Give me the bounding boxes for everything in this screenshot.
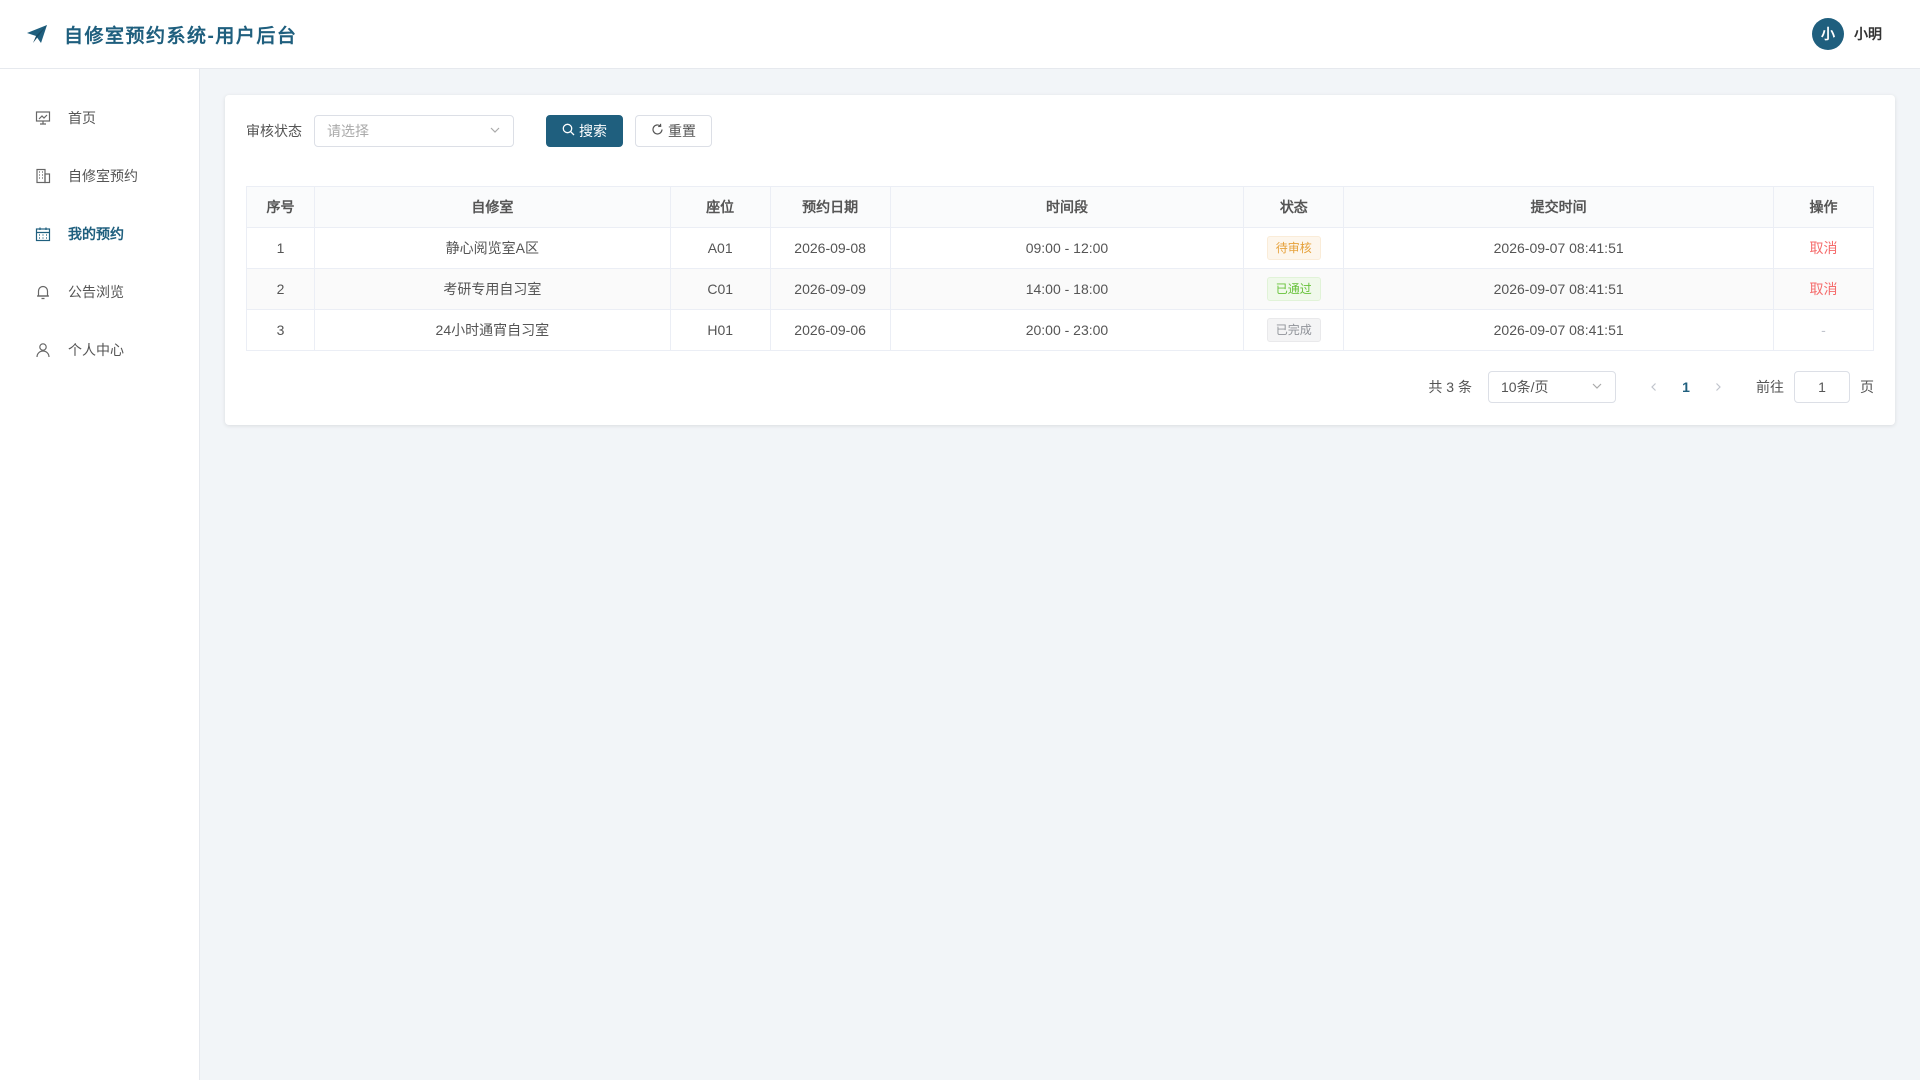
search-button-label: 搜索 [579, 123, 607, 139]
cell-index: 1 [246, 227, 315, 269]
goto-suffix: 页 [1860, 379, 1874, 395]
cell-submitted: 2026-09-07 08:41:51 [1343, 268, 1774, 310]
cell-status: 已通过 [1243, 268, 1345, 310]
cancel-link[interactable]: 取消 [1810, 281, 1838, 297]
cell-action: 取消 [1773, 268, 1874, 310]
column-header: 自修室 [313, 186, 671, 228]
status-badge: 已完成 [1266, 318, 1321, 342]
column-header: 时间段 [889, 186, 1245, 228]
reset-button[interactable]: 重置 [635, 115, 712, 147]
filter-bar: 审核状态 请选择 搜索 重置 [246, 115, 1874, 147]
column-header: 提交时间 [1343, 186, 1774, 228]
no-action: - [1821, 322, 1826, 338]
cell-action: - [1773, 309, 1874, 351]
pagination-total: 共 3 条 [1428, 379, 1472, 395]
cell-action: 取消 [1773, 227, 1874, 269]
column-header: 预约日期 [769, 186, 891, 228]
username[interactable]: 小明 [1854, 24, 1882, 44]
cell-index: 2 [246, 268, 315, 310]
sidebar-item-my-bookings[interactable]: 我的预约 [0, 205, 199, 263]
status-select[interactable]: 请选择 [314, 115, 514, 147]
cell-room: 考研专用自习室 [313, 268, 671, 310]
top-header: 自修室预约系统-用户后台 小 小明 [0, 0, 1920, 69]
cell-slot: 14:00 - 18:00 [889, 268, 1245, 310]
refresh-icon [651, 123, 664, 139]
page-size-value: 10条/页 [1501, 379, 1549, 395]
bookings-card: 审核状态 请选择 搜索 重置 序号 自修室 座位 预约日期 时间段 状态 提交时… [225, 95, 1895, 425]
cell-slot: 20:00 - 23:00 [889, 309, 1245, 351]
status-badge: 已通过 [1266, 277, 1321, 301]
search-button[interactable]: 搜索 [546, 115, 623, 147]
sidebar-item-label: 首页 [68, 110, 96, 126]
status-select-placeholder: 请选择 [327, 123, 369, 139]
avatar[interactable]: 小 [1812, 18, 1844, 50]
chevron-down-icon [489, 123, 501, 139]
cell-seat: C01 [669, 268, 771, 310]
pagination: 共 3 条 10条/页 1 前往 页 [246, 371, 1874, 403]
chevron-right-icon [1716, 383, 1721, 391]
cell-seat: H01 [669, 309, 771, 351]
table-row: 2 考研专用自习室 C01 2026-09-09 14:00 - 18:00 已… [246, 268, 1874, 310]
sidebar-item-profile[interactable]: 个人中心 [0, 321, 199, 379]
cell-date: 2026-09-09 [769, 268, 891, 310]
sidebar-item-notices[interactable]: 公告浏览 [0, 263, 199, 321]
bell-icon [34, 283, 52, 301]
sidebar-item-home[interactable]: 首页 [0, 89, 199, 147]
cell-room: 24小时通宵自习室 [313, 309, 671, 351]
cell-status: 已完成 [1243, 309, 1345, 351]
cell-index: 3 [246, 309, 315, 351]
user-icon [34, 341, 52, 359]
cell-seat: A01 [669, 227, 771, 269]
reset-button-label: 重置 [668, 123, 696, 139]
cell-slot: 09:00 - 12:00 [889, 227, 1245, 269]
building-icon [34, 167, 52, 185]
main-content: 审核状态 请选择 搜索 重置 序号 自修室 座位 预约日期 时间段 状态 提交时… [200, 69, 1920, 1080]
app-title: 自修室预约系统-用户后台 [64, 25, 298, 47]
sidebar-item-label: 个人中心 [68, 342, 124, 358]
cell-date: 2026-09-08 [769, 227, 891, 269]
column-header: 座位 [669, 186, 771, 228]
table-row: 1 静心阅览室A区 A01 2026-09-08 09:00 - 12:00 待… [246, 227, 1874, 269]
page-number-current[interactable]: 1 [1670, 379, 1702, 395]
next-page-button[interactable] [1702, 379, 1734, 395]
sidebar-item-label: 自修室预约 [68, 168, 138, 184]
cell-date: 2026-09-06 [769, 309, 891, 351]
prev-page-button[interactable] [1638, 379, 1670, 395]
column-header: 状态 [1243, 186, 1345, 228]
cell-room: 静心阅览室A区 [313, 227, 671, 269]
goto-page: 前往 页 [1756, 371, 1874, 403]
sidebar-item-label: 公告浏览 [68, 284, 124, 300]
table-row: 3 24小时通宵自习室 H01 2026-09-06 20:00 - 23:00… [246, 309, 1874, 351]
search-icon [562, 123, 575, 139]
cancel-link[interactable]: 取消 [1810, 240, 1838, 256]
chevron-down-icon [1591, 379, 1603, 395]
sidebar-item-room-booking[interactable]: 自修室预约 [0, 147, 199, 205]
cell-submitted: 2026-09-07 08:41:51 [1343, 309, 1774, 351]
column-header: 操作 [1773, 186, 1874, 228]
column-header: 序号 [246, 186, 315, 228]
status-badge: 待审核 [1266, 236, 1321, 260]
sidebar: 首页 自修室预约 我的预约 公告浏览 个人中心 [0, 69, 200, 1080]
user-menu[interactable]: 小 小明 [1812, 18, 1882, 50]
chevron-left-icon [1651, 383, 1656, 391]
table-header-row: 序号 自修室 座位 预约日期 时间段 状态 提交时间 操作 [246, 186, 1874, 228]
calendar-icon [34, 225, 52, 243]
brand: 自修室预约系统-用户后台 [26, 21, 297, 48]
bookings-table: 序号 自修室 座位 预约日期 时间段 状态 提交时间 操作 1 静心阅览室A区 … [246, 186, 1874, 351]
sidebar-item-label: 我的预约 [68, 226, 124, 242]
goto-prefix: 前往 [1756, 379, 1784, 395]
status-filter-label: 审核状态 [246, 123, 302, 139]
paper-plane-icon [26, 22, 50, 46]
goto-page-input[interactable] [1794, 371, 1850, 403]
cell-submitted: 2026-09-07 08:41:51 [1343, 227, 1774, 269]
presentation-icon [34, 109, 52, 127]
page-size-select[interactable]: 10条/页 [1488, 371, 1616, 403]
cell-status: 待审核 [1243, 227, 1345, 269]
